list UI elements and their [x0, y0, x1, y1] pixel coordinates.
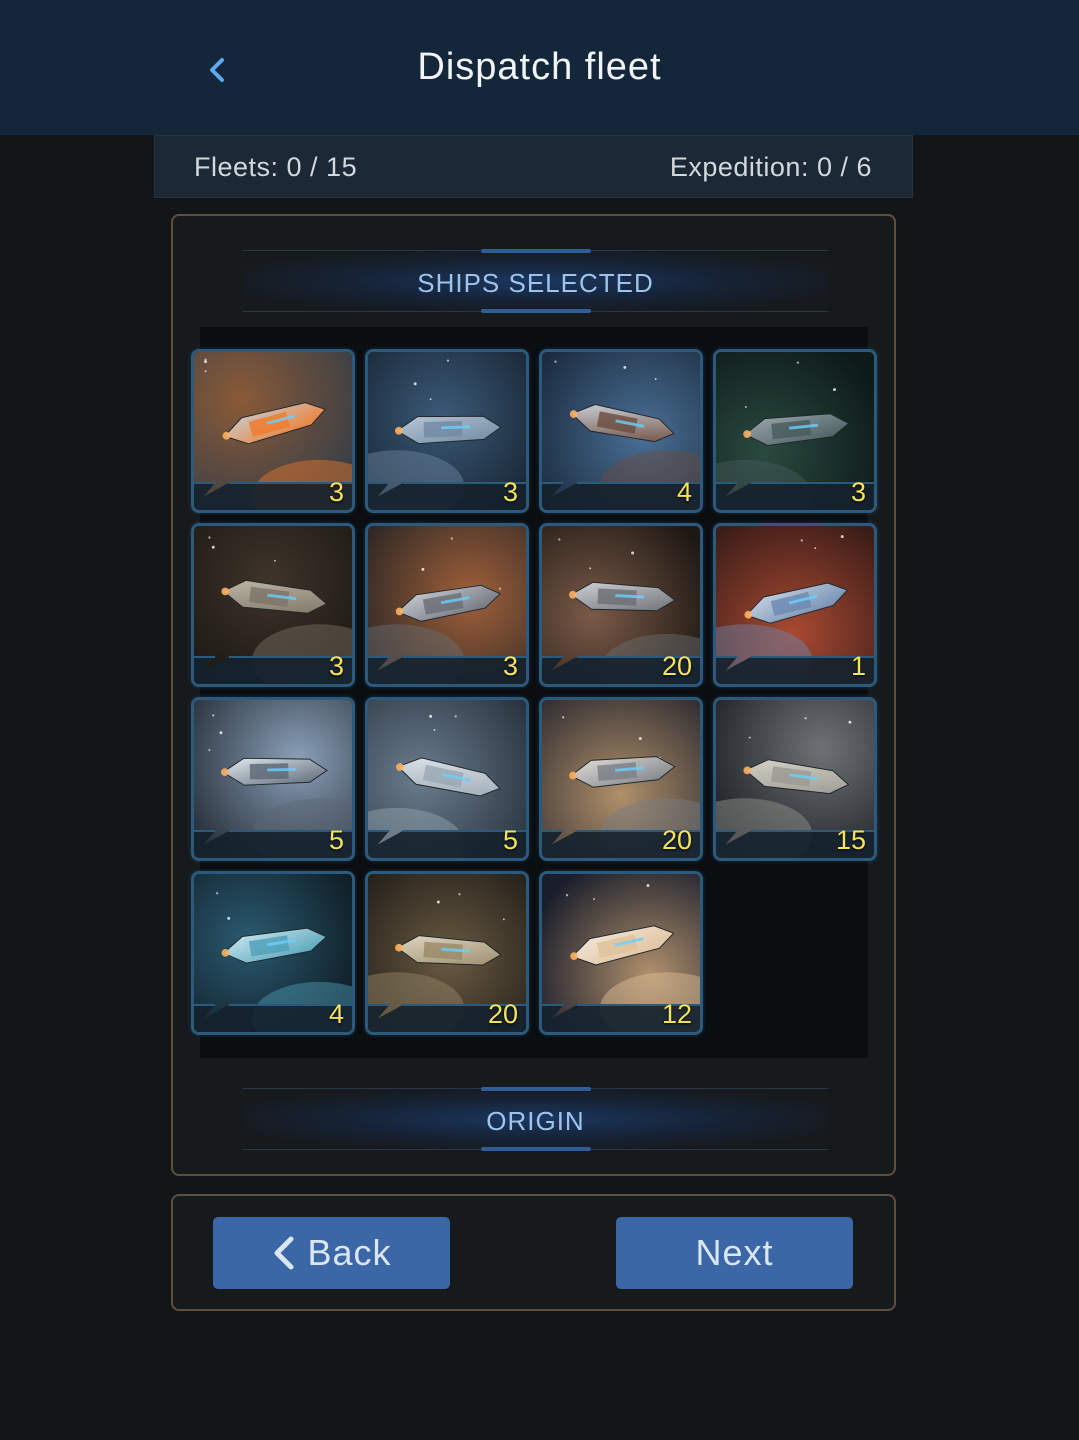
origin-header[interactable]: ORIGIN — [243, 1087, 828, 1151]
ship-count: 4 — [328, 999, 344, 1029]
ship-card[interactable]: 20 — [539, 697, 703, 861]
ship-card[interactable]: 15 — [713, 697, 877, 861]
ship-count: 20 — [661, 825, 692, 855]
ship-count: 12 — [661, 999, 692, 1029]
stats-bar: Fleets: 0 / 15 Expedition: 0 / 6 — [154, 135, 913, 198]
fleets-count: Fleets: 0 / 15 — [194, 152, 358, 182]
ship-count: 3 — [850, 477, 866, 507]
ship-count: 15 — [835, 825, 866, 855]
origin-label: ORIGIN — [486, 1106, 585, 1136]
ship-card[interactable]: 12 — [539, 871, 703, 1035]
selection-panel: SHIPS SELECTED 3 3 4 3 3 3 20 1 5 5 20 1… — [171, 214, 896, 1176]
back-button[interactable]: Back — [213, 1217, 450, 1289]
chevron-left-icon — [274, 1236, 294, 1270]
next-button[interactable]: Next — [616, 1217, 853, 1289]
back-button-label: Back — [307, 1232, 392, 1273]
ship-card[interactable]: 3 — [713, 349, 877, 513]
ship-card[interactable]: 4 — [539, 349, 703, 513]
ship-card[interactable]: 20 — [539, 523, 703, 687]
ship-card[interactable]: 3 — [365, 523, 529, 687]
ship-count: 3 — [328, 477, 344, 507]
ship-card[interactable]: 5 — [365, 697, 529, 861]
ship-grid: 3 3 4 3 3 3 20 1 5 5 20 15 4 20 12 — [191, 327, 877, 1058]
ship-card[interactable]: 3 — [365, 349, 529, 513]
ships-selected-header: SHIPS SELECTED — [243, 249, 828, 313]
page-title: Dispatch fleet — [417, 46, 662, 88]
ship-card[interactable]: 5 — [191, 697, 355, 861]
ship-count: 5 — [502, 825, 518, 855]
ship-card[interactable]: 1 — [713, 523, 877, 687]
ship-count: 20 — [487, 999, 518, 1029]
ship-card[interactable]: 3 — [191, 523, 355, 687]
ship-count: 4 — [676, 477, 692, 507]
ship-count: 3 — [328, 651, 344, 681]
ship-count: 1 — [850, 651, 866, 681]
expedition-count: Expedition: 0 / 6 — [669, 152, 872, 182]
ship-card[interactable]: 3 — [191, 349, 355, 513]
ship-count: 20 — [661, 651, 692, 681]
ships-selected-label: SHIPS SELECTED — [417, 268, 654, 298]
ship-count: 5 — [328, 825, 344, 855]
ship-count: 3 — [502, 651, 518, 681]
top-bar: Dispatch fleet — [0, 0, 1079, 135]
ship-card[interactable]: 20 — [365, 871, 529, 1035]
next-button-label: Next — [695, 1232, 774, 1273]
ship-card[interactable]: 4 — [191, 871, 355, 1035]
ship-count: 3 — [502, 477, 518, 507]
action-bar: Back Next — [171, 1194, 896, 1311]
